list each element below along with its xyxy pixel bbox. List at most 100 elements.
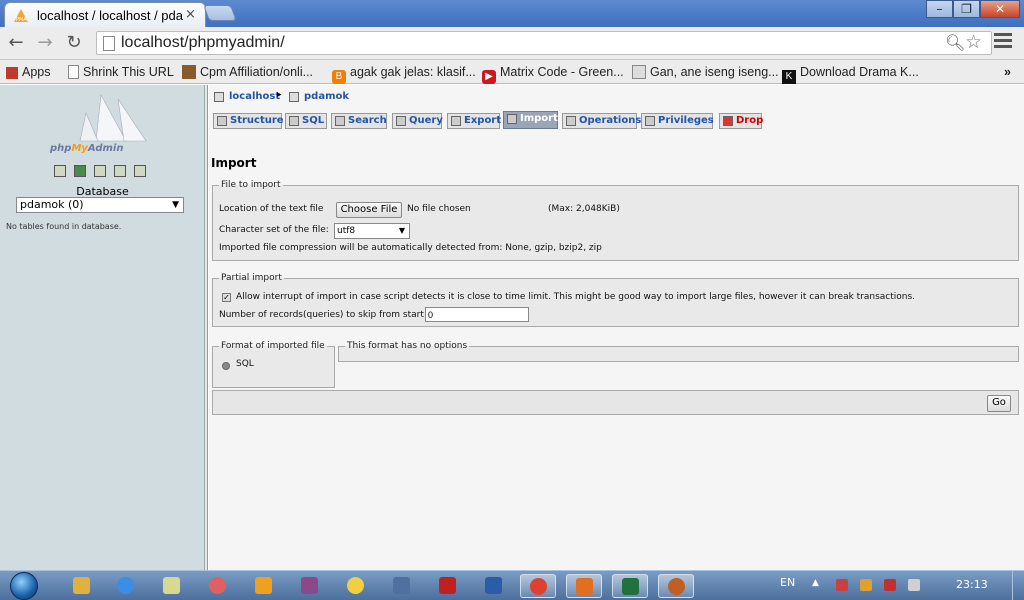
main-frame: localhost ▸ pdamok Structure SQL Search … bbox=[209, 85, 1024, 570]
media-player-icon bbox=[255, 577, 272, 594]
bookmark-shrink-url[interactable]: Shrink This URL bbox=[68, 63, 174, 81]
bookmark-agak-gak-jelas[interactable]: Bagak gak jelas: klasif... bbox=[332, 63, 476, 84]
exit-icon[interactable] bbox=[74, 165, 86, 177]
tab-drop[interactable]: Drop bbox=[719, 113, 763, 129]
format-options-fieldset: This format has no options bbox=[338, 341, 1019, 362]
network-icon[interactable] bbox=[884, 579, 896, 591]
taskbar-skype[interactable] bbox=[338, 574, 374, 598]
documentation-icon[interactable] bbox=[114, 165, 126, 177]
tab-close-icon[interactable]: × bbox=[185, 7, 196, 22]
taskbar-media-center[interactable] bbox=[658, 574, 694, 598]
tab-search[interactable]: Search bbox=[331, 113, 387, 129]
tab-structure[interactable]: Structure bbox=[213, 113, 284, 129]
chrome-icon bbox=[530, 578, 547, 595]
allow-interrupt-checkbox[interactable]: ✓ bbox=[222, 293, 231, 302]
database-select[interactable]: pdamok (0) ▼ bbox=[16, 197, 184, 213]
search-icon[interactable]: 🔍︎ bbox=[945, 33, 965, 52]
bookmark-download-drama[interactable]: K Download Drama K... bbox=[782, 63, 919, 84]
operations-icon bbox=[566, 116, 576, 126]
tab-export[interactable]: Export bbox=[447, 113, 501, 129]
skip-records-label: Number of records(queries) to skip from … bbox=[219, 310, 424, 320]
taskbar-media-player[interactable] bbox=[246, 574, 282, 598]
file-to-import-legend: File to import bbox=[221, 180, 281, 190]
go-bar bbox=[212, 390, 1019, 415]
browser-tab-active[interactable]: PMA localhost / localhost / pda × bbox=[4, 2, 206, 28]
bookmarks-overflow-icon[interactable]: » bbox=[1004, 63, 1011, 81]
tab-import[interactable]: Import bbox=[503, 111, 558, 129]
taskbar-explorer[interactable] bbox=[64, 574, 100, 598]
bookmark-apps[interactable]: Apps bbox=[6, 63, 51, 81]
restore-button[interactable]: ❐ bbox=[953, 0, 980, 18]
bookmark-gan-ane[interactable]: Gan, ane iseng iseng... bbox=[632, 63, 779, 81]
volume-icon[interactable] bbox=[908, 579, 920, 591]
clock[interactable]: 23:13 bbox=[956, 578, 988, 591]
paint-icon bbox=[209, 577, 226, 594]
tray-expand-icon[interactable]: ▲ bbox=[812, 578, 819, 588]
media-center-icon bbox=[668, 578, 685, 595]
back-arrow-icon[interactable]: ← bbox=[4, 32, 28, 56]
start-button[interactable] bbox=[10, 572, 38, 600]
mysql-docs-icon[interactable] bbox=[134, 165, 146, 177]
tray-app-icon[interactable] bbox=[836, 579, 848, 591]
sql-icon bbox=[289, 116, 299, 126]
taskbar-keyboard[interactable] bbox=[384, 574, 420, 598]
tab-title: localhost / localhost / pda bbox=[37, 8, 183, 23]
breadcrumb-database[interactable]: pdamok bbox=[304, 91, 349, 102]
word-icon bbox=[485, 577, 502, 594]
taskbar-word[interactable] bbox=[476, 574, 512, 598]
forward-arrow-icon[interactable]: → bbox=[33, 32, 57, 56]
skype-icon bbox=[347, 577, 364, 594]
minimize-button[interactable]: – bbox=[926, 0, 953, 18]
server-icon bbox=[214, 92, 224, 102]
query-window-icon[interactable] bbox=[94, 165, 106, 177]
breadcrumb-separator-icon: ▸ bbox=[277, 90, 282, 100]
menu-icon[interactable] bbox=[994, 33, 1012, 51]
dk-icon: K bbox=[782, 70, 796, 84]
frame-splitter[interactable] bbox=[205, 85, 208, 570]
winrar-icon bbox=[301, 577, 318, 594]
breadcrumb-server[interactable]: localhost bbox=[229, 91, 280, 102]
apps-grid-icon bbox=[6, 67, 18, 79]
phpmyadmin-favicon-icon: PMA bbox=[14, 9, 28, 23]
address-bar[interactable]: localhost/phpmyadmin/ 🔍︎ ☆ bbox=[96, 31, 992, 55]
keyboard-icon bbox=[393, 577, 410, 594]
taskbar-winrar[interactable] bbox=[292, 574, 328, 598]
tab-operations[interactable]: Operations bbox=[562, 113, 641, 129]
privileges-icon bbox=[645, 116, 655, 126]
home-icon[interactable] bbox=[54, 165, 66, 177]
taskbar-xampp[interactable] bbox=[566, 574, 602, 598]
tab-strip: PMA localhost / localhost / pda × – ❐ ✕ bbox=[0, 0, 1024, 28]
tab-sql[interactable]: SQL bbox=[285, 113, 327, 129]
taskbar-chrome[interactable] bbox=[520, 574, 556, 598]
action-center-icon[interactable] bbox=[860, 579, 872, 591]
close-window-button[interactable]: ✕ bbox=[980, 0, 1020, 18]
taskbar-notepad[interactable] bbox=[154, 574, 190, 598]
go-button[interactable]: Go bbox=[987, 395, 1011, 412]
show-desktop-button[interactable] bbox=[1012, 571, 1024, 600]
tab-privileges[interactable]: Privileges bbox=[641, 113, 714, 129]
page-icon bbox=[632, 65, 646, 79]
no-file-chosen-text: No file chosen bbox=[407, 204, 471, 214]
language-indicator[interactable]: EN bbox=[780, 576, 795, 589]
phpmyadmin-logo[interactable]: phpMyAdmin bbox=[46, 93, 156, 155]
charset-select[interactable]: utf8 ▼ bbox=[334, 223, 410, 239]
taskbar-filezilla[interactable] bbox=[430, 574, 466, 598]
reload-icon[interactable]: ↻ bbox=[62, 32, 86, 56]
skip-records-input[interactable] bbox=[425, 307, 529, 322]
new-tab-button[interactable] bbox=[203, 5, 237, 21]
location-label: Location of the text file bbox=[219, 204, 324, 214]
bookmark-cpm-affiliation[interactable]: Cpm Affiliation/onli... bbox=[182, 63, 313, 81]
taskbar-paint[interactable] bbox=[200, 574, 236, 598]
format-legend: Format of imported file bbox=[221, 341, 325, 351]
bookmark-matrix-code[interactable]: ▶ Matrix Code - Green... bbox=[482, 63, 624, 84]
compression-note: Imported file compression will be automa… bbox=[219, 243, 602, 253]
blogger-icon: B bbox=[332, 70, 346, 84]
bookmark-star-icon[interactable]: ☆ bbox=[965, 31, 982, 53]
database-icon bbox=[289, 92, 299, 102]
sql-format-radio[interactable] bbox=[222, 362, 230, 370]
tab-query[interactable]: Query bbox=[392, 113, 443, 129]
no-tables-message: No tables found in database. bbox=[6, 222, 122, 231]
choose-file-button[interactable]: Choose File bbox=[336, 202, 402, 218]
taskbar-excel[interactable] bbox=[612, 574, 648, 598]
taskbar-internet-explorer[interactable] bbox=[108, 574, 144, 598]
